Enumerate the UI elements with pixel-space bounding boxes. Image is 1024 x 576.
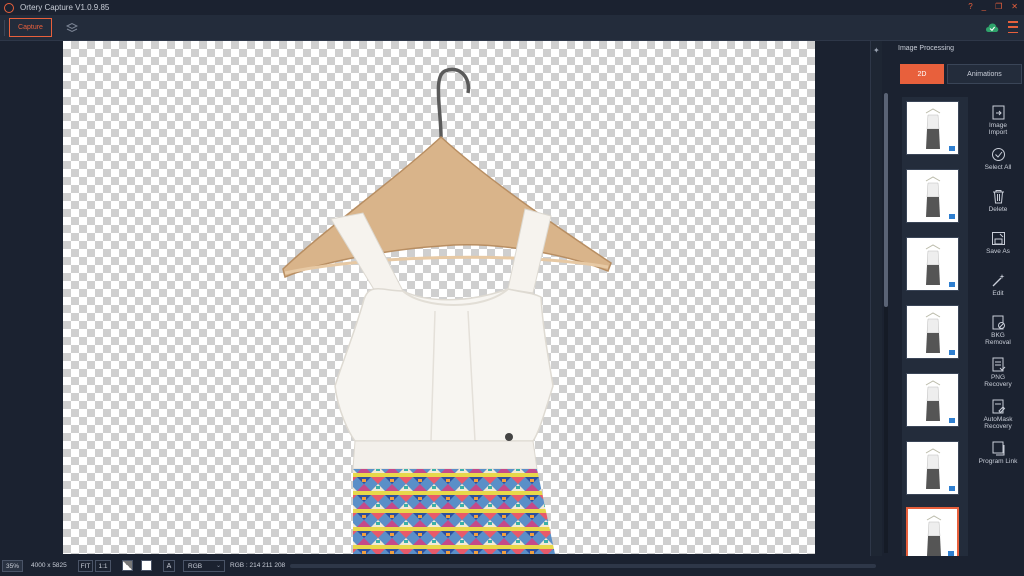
image-canvas[interactable] <box>63 41 815 554</box>
capture-button[interactable]: Capture <box>9 18 52 37</box>
automask-recovery-icon <box>992 399 1005 414</box>
color-mode-value: RGB <box>188 562 203 570</box>
tool-label: BKG <box>991 332 1005 339</box>
tool-label: AutoMask <box>983 416 1013 423</box>
app-logo-icon <box>4 2 14 13</box>
chevron-down-icon: ⌄ <box>215 563 221 569</box>
trash-icon <box>992 190 1004 204</box>
image-import-button[interactable]: Image Import <box>976 105 1020 136</box>
bkg-removal-icon <box>992 315 1005 330</box>
thumbnail-item[interactable] <box>906 441 959 495</box>
progress-bar <box>290 564 876 568</box>
rgb-readout: RGB : 214 211 208 <box>230 562 286 569</box>
program-link-icon <box>992 441 1004 456</box>
close-icon[interactable]: ✕ <box>1011 2 1018 11</box>
pin-icon[interactable]: ✦ <box>873 47 881 55</box>
transparent-background-toggle[interactable] <box>122 560 133 571</box>
panel-title: Image Processing <box>898 45 955 52</box>
tool-label: Removal <box>985 339 1011 346</box>
png-recovery-button[interactable]: PNG Recovery <box>976 357 1020 388</box>
scrollbar-thumb[interactable] <box>884 93 888 307</box>
image-type-badge <box>949 146 955 151</box>
thumbnail-item[interactable] <box>906 373 959 427</box>
tool-label: Import <box>988 129 1008 136</box>
tool-label: Edit <box>992 290 1004 297</box>
thumbnail-item[interactable] <box>906 169 959 223</box>
image-import-icon <box>992 105 1004 120</box>
layers-icon[interactable] <box>66 22 78 34</box>
white-background-toggle[interactable] <box>141 560 152 571</box>
image-type-badge <box>949 350 955 355</box>
toolbar-divider <box>4 20 5 36</box>
thumbnail-item[interactable] <box>906 305 959 359</box>
workspace <box>0 41 870 556</box>
tool-label: Recovery <box>984 423 1012 430</box>
save-as-icon <box>991 232 1005 245</box>
tool-label: PNG <box>990 374 1006 381</box>
zoom-level-field[interactable]: 35% <box>2 560 23 572</box>
delete-button[interactable]: Delete <box>976 189 1020 213</box>
thumbnail-item[interactable] <box>906 101 959 155</box>
magic-wand-icon <box>992 274 1004 287</box>
tool-label: Delete <box>988 206 1008 213</box>
panel-splitter[interactable]: ✦ <box>870 41 882 556</box>
color-mode-select[interactable]: RGB ⌄ <box>183 560 225 572</box>
thumbnail-item-selected[interactable] <box>906 507 959 561</box>
status-bar: 35% 4000 x 5825 FIT 1:1 A RGB ⌄ RGB : 21… <box>0 556 1024 576</box>
dress-on-hanger-image <box>282 67 612 554</box>
fit-button[interactable]: FIT <box>78 560 93 572</box>
toolbar: Capture <box>0 15 1024 41</box>
tool-label: Save As <box>986 248 1010 255</box>
hamburger-menu-icon[interactable] <box>1008 21 1018 33</box>
help-icon[interactable]: ? <box>968 2 972 11</box>
title-bar: Ortery Capture V1.0.9.85 ? _ ❐ ✕ <box>0 0 1024 15</box>
edit-button[interactable]: Edit <box>976 273 1020 297</box>
image-dimensions: 4000 x 5825 <box>31 562 67 569</box>
program-link-button[interactable]: Program Link <box>976 441 1020 465</box>
text-tool-button[interactable]: A <box>163 560 175 572</box>
cloud-sync-icon[interactable] <box>985 22 999 33</box>
restore-icon[interactable]: ❐ <box>995 2 1002 11</box>
tool-label: Image <box>988 122 1008 129</box>
minimize-icon[interactable]: _ <box>982 2 986 11</box>
window-controls: ? _ ❐ ✕ <box>968 2 1018 11</box>
image-type-badge <box>949 214 955 219</box>
thumbnail-item[interactable] <box>906 237 959 291</box>
automask-recovery-button[interactable]: AutoMask Recovery <box>976 399 1020 430</box>
tool-label: Recovery <box>984 381 1012 388</box>
image-type-badge <box>949 418 955 423</box>
actual-size-button[interactable]: 1:1 <box>95 560 111 572</box>
tool-label: Select All <box>984 164 1012 171</box>
image-processing-panel: Image Processing 2D Animations Image Imp… <box>882 41 1024 561</box>
select-all-button[interactable]: Select All <box>976 147 1020 171</box>
image-type-badge <box>949 282 955 287</box>
bkg-removal-button[interactable]: BKG Removal <box>976 315 1020 346</box>
tool-label: Program Link <box>978 458 1018 465</box>
app-title: Ortery Capture V1.0.9.85 <box>20 3 110 12</box>
tab-2d[interactable]: 2D <box>900 64 944 84</box>
image-type-badge <box>949 486 955 491</box>
png-recovery-icon <box>992 357 1005 372</box>
save-as-button[interactable]: Save As <box>976 231 1020 255</box>
thumbnail-list <box>902 97 968 561</box>
select-all-icon <box>991 148 1005 161</box>
thumbnail-scrollbar[interactable] <box>884 93 888 553</box>
tab-animations[interactable]: Animations <box>947 64 1022 84</box>
